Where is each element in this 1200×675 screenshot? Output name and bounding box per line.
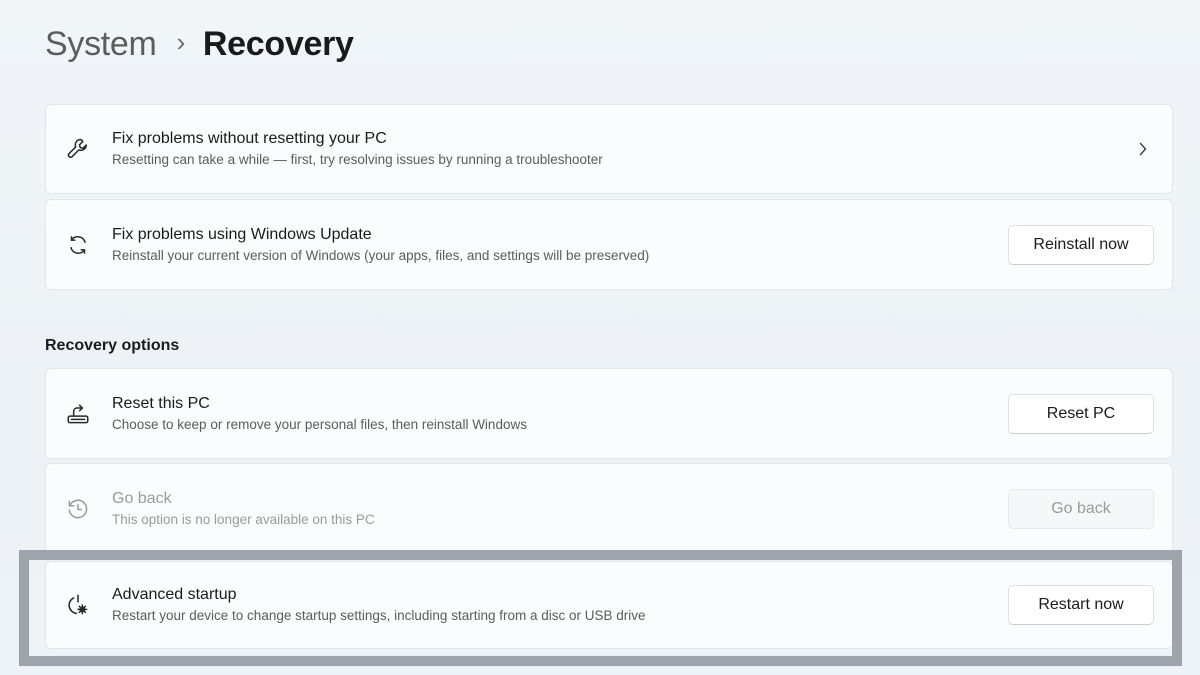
go-back-subtitle: This option is no longer available on th… <box>112 511 375 527</box>
windows-update-card: Fix problems using Windows Update Reinst… <box>45 199 1173 290</box>
go-back-card: Go back This option is no longer availab… <box>45 463 1173 554</box>
advanced-startup-title: Advanced startup <box>112 586 237 603</box>
reset-pc-title: Reset this PC <box>112 394 210 412</box>
troubleshoot-subtitle: Resetting can take a while — first, try … <box>112 152 603 167</box>
recovery-options-heading: Recovery options <box>45 337 180 354</box>
reset-pc-subtitle: Choose to keep or remove your personal f… <box>112 416 527 432</box>
windows-update-subtitle: Reinstall your current version of Window… <box>112 247 650 263</box>
advanced-startup-card: Advanced startup Restart your device to … <box>45 561 1173 649</box>
troubleshoot-card[interactable]: Fix problems without resetting your PC R… <box>45 104 1173 194</box>
breadcrumb-system-link[interactable]: System <box>45 25 157 64</box>
go-back-button[interactable]: Go back <box>1008 488 1154 529</box>
reinstall-now-button[interactable]: Reinstall now <box>1008 224 1154 265</box>
go-back-title: Go back <box>112 489 172 507</box>
reset-pc-button[interactable]: Reset PC <box>1008 393 1154 434</box>
advanced-startup-subtitle: Restart your device to change startup se… <box>112 608 646 623</box>
history-icon <box>64 495 92 523</box>
breadcrumb: System › Recovery <box>45 18 354 70</box>
sync-icon <box>64 231 92 259</box>
chevron-right-icon[interactable] <box>1136 139 1150 159</box>
restart-now-button[interactable]: Restart now <box>1008 585 1154 625</box>
breadcrumb-separator: › <box>176 26 186 57</box>
advanced-startup-icon <box>64 591 92 619</box>
reset-pc-icon <box>64 400 92 428</box>
wrench-icon <box>64 135 92 163</box>
troubleshoot-title: Fix problems without resetting your PC <box>112 130 387 147</box>
reset-pc-card: Reset this PC Choose to keep or remove y… <box>45 368 1173 459</box>
page-title: Recovery <box>202 24 354 63</box>
windows-update-title: Fix problems using Windows Update <box>112 225 372 243</box>
